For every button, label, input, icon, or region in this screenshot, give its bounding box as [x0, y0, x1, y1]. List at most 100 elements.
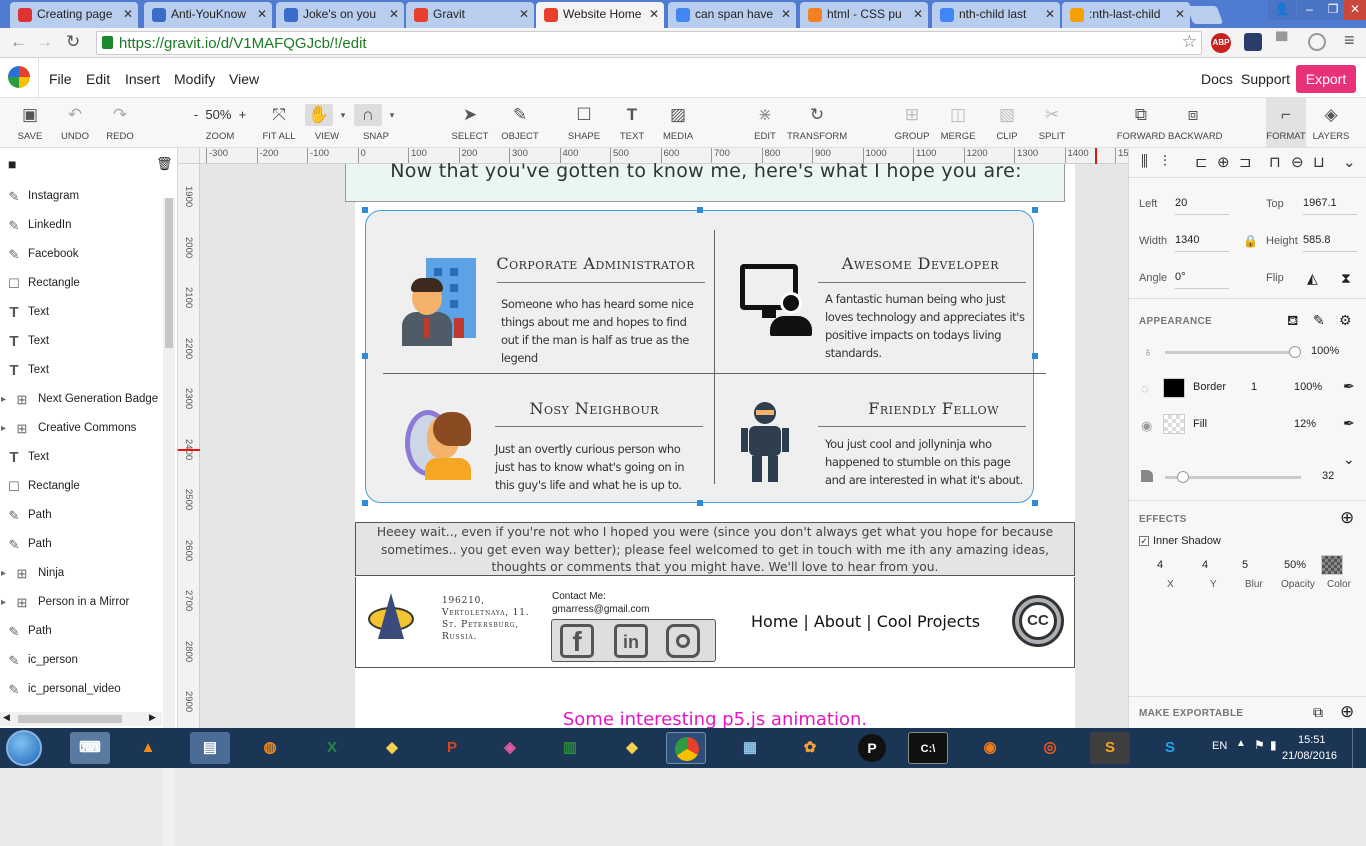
layer-item[interactable]: T Text: [0, 327, 162, 356]
taskbar-computer-icon[interactable]: ⌨: [70, 732, 110, 764]
layers-hscrollbar[interactable]: ◀ ▶: [0, 712, 162, 726]
tray-up-icon[interactable]: ▲: [1236, 738, 1246, 749]
taskbar-explorer-icon[interactable]: ▤: [190, 732, 230, 764]
taskbar-firefox-icon[interactable]: ◉: [970, 732, 1010, 764]
layer-item[interactable]: ☐ Rectangle: [0, 472, 162, 501]
browser-tab[interactable]: :nth-last-child ✕: [1062, 2, 1190, 28]
align-top-icon[interactable]: ⊓: [1269, 153, 1281, 171]
tab-close-icon[interactable]: ✕: [389, 7, 399, 21]
folder-icon[interactable]: ■: [8, 156, 16, 172]
layer-item[interactable]: ▸ ⊞ Next Generation Badge: [0, 385, 162, 414]
hscroll-thumb[interactable]: [18, 715, 122, 723]
browser-tab[interactable]: nth-child last ✕: [932, 2, 1060, 28]
shadow-color-swatch[interactable]: [1321, 555, 1343, 575]
redo-tool[interactable]: ↷ REDO: [105, 98, 135, 148]
format-tool[interactable]: ⌐ FORMAT: [1266, 98, 1306, 148]
taskbar-pdf-icon[interactable]: ◍: [250, 732, 290, 764]
forward-icon[interactable]: →: [36, 32, 53, 52]
left-input[interactable]: 20: [1175, 197, 1229, 215]
border-opacity[interactable]: 100%: [1294, 381, 1322, 393]
shadow-x-value[interactable]: 4: [1157, 559, 1163, 571]
align-right-icon[interactable]: ⊐: [1239, 153, 1252, 171]
taskbar-sublime-icon[interactable]: S: [1090, 732, 1130, 764]
align-left-icon[interactable]: ⊏: [1195, 153, 1208, 171]
back-icon[interactable]: ←: [10, 32, 27, 52]
adblock-icon[interactable]: ABP: [1211, 33, 1231, 53]
clip-tool[interactable]: ▧ CLIP: [992, 98, 1022, 148]
pencil-icon[interactable]: ✎: [1313, 312, 1325, 329]
zoom-out-icon[interactable]: -: [194, 107, 198, 122]
support-link[interactable]: Support: [1241, 71, 1290, 87]
close-window-button[interactable]: ✕: [1344, 0, 1366, 20]
taskbar-app-icon[interactable]: ◈: [490, 732, 530, 764]
layers-scroll-thumb[interactable]: [165, 198, 173, 348]
opacity-slider[interactable]: [1165, 351, 1293, 354]
layer-item[interactable]: ✎ Facebook: [0, 240, 162, 269]
opacity-value[interactable]: 100%: [1311, 345, 1339, 357]
extension-hat-icon[interactable]: ▀: [1276, 33, 1287, 51]
menu-edit[interactable]: Edit: [86, 71, 110, 87]
group-tool[interactable]: ⊞ GROUP: [895, 98, 930, 148]
selection-handle[interactable]: [362, 207, 368, 213]
align-middle-icon[interactable]: ⊖: [1291, 153, 1304, 171]
selection-handle[interactable]: [362, 353, 368, 359]
align-bottom-icon[interactable]: ⊔: [1313, 153, 1325, 171]
selection-handle[interactable]: [697, 500, 703, 506]
creative-commons-icon[interactable]: CC: [1012, 595, 1064, 647]
hidden-eye-icon[interactable]: ◌: [1141, 381, 1149, 396]
developer-illustration[interactable]: [740, 264, 812, 336]
selection-handle[interactable]: [1032, 500, 1038, 506]
fill-opacity[interactable]: 12%: [1294, 418, 1316, 430]
fill-color-swatch[interactable]: [1163, 414, 1185, 434]
design-page[interactable]: Now that you've gotten to know me, here'…: [345, 160, 1075, 730]
browser-tab[interactable]: html - CSS pu ✕: [800, 2, 928, 28]
layer-item[interactable]: ✎ Instagram: [0, 182, 162, 211]
browser-tab[interactable]: Gravit ✕: [406, 2, 534, 28]
tab-close-icon[interactable]: ✕: [649, 7, 659, 21]
nav-home[interactable]: Home: [751, 612, 798, 631]
chevron-down-icon[interactable]: ⌄: [1343, 451, 1355, 468]
radius-value[interactable]: 32: [1322, 470, 1334, 482]
chrome-menu-icon[interactable]: ≡: [1344, 30, 1355, 51]
angle-input[interactable]: 0°: [1175, 271, 1229, 289]
expand-arrow-icon[interactable]: ▸: [1, 588, 6, 617]
snap-tool[interactable]: ∩ ▾ SNAP: [354, 98, 398, 148]
extension-shield-icon[interactable]: [1244, 33, 1262, 51]
taskbar-excel-icon[interactable]: X: [312, 732, 352, 764]
layer-item[interactable]: ✎ Path: [0, 617, 162, 646]
height-input[interactable]: 585.8: [1303, 234, 1357, 252]
scroll-left-icon[interactable]: ◀: [3, 712, 10, 723]
tab-close-icon[interactable]: ✕: [1045, 7, 1055, 21]
browser-tab[interactable]: can span have ✕: [668, 2, 796, 28]
menu-view[interactable]: View: [229, 71, 259, 87]
taskbar-paint-icon[interactable]: ✿: [790, 732, 830, 764]
taskbar-network-icon[interactable]: ▦: [730, 732, 770, 764]
menu-modify[interactable]: Modify: [174, 71, 215, 87]
layer-item[interactable]: ✎ LinkedIn: [0, 211, 162, 240]
trash-icon[interactable]: 🗑: [156, 156, 173, 172]
width-input[interactable]: 1340: [1175, 234, 1229, 252]
tab-close-icon[interactable]: ✕: [913, 7, 923, 21]
eyedropper-icon[interactable]: ✒: [1343, 415, 1355, 432]
taskbar-chrome-icon[interactable]: [666, 732, 706, 764]
expand-arrow-icon[interactable]: ▸: [1, 385, 6, 414]
add-effect-icon[interactable]: ⊕: [1340, 508, 1354, 528]
object-tool[interactable]: ✎ OBJECT: [501, 98, 538, 148]
gravit-logo-icon[interactable]: [8, 66, 30, 88]
backward-tool[interactable]: ⧈ BACKWARD: [1168, 98, 1223, 148]
clock-date[interactable]: 21/08/2016: [1282, 750, 1337, 762]
shadow-opacity-value[interactable]: 50%: [1284, 559, 1306, 571]
tray-network-icon[interactable]: ▮: [1270, 738, 1277, 752]
menu-insert[interactable]: Insert: [125, 71, 160, 87]
select-tool[interactable]: ➤ SELECT: [452, 98, 489, 148]
fit-all-tool[interactable]: ⤧ FIT ALL: [262, 98, 295, 148]
layer-item[interactable]: ☐ Rectangle: [0, 269, 162, 298]
layer-item[interactable]: ▸ ⊞ Creative Commons: [0, 414, 162, 443]
layer-item[interactable]: ▸ ⊞ Ninja: [0, 559, 162, 588]
merge-tool[interactable]: ◫ MERGE: [941, 98, 976, 148]
taskbar-python-icon[interactable]: ◆: [372, 732, 412, 764]
border-width[interactable]: 1: [1251, 381, 1257, 393]
visible-eye-icon[interactable]: ◉: [1141, 418, 1152, 434]
text-tool[interactable]: T TEXT: [617, 98, 647, 148]
browser-tab[interactable]: Creating page ✕: [10, 2, 138, 28]
